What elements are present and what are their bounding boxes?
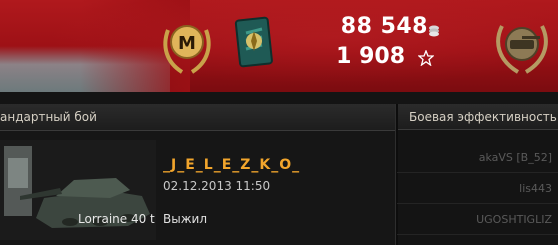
player-name: _J_E_L_E_Z_K_O_ [163,157,301,173]
battle-date: 02.12.2013 11:50 [163,179,271,193]
achievement-medal-icon [234,16,273,68]
results-banner: M 88 548 1 908 [0,0,558,92]
efficiency-row[interactable]: lis443 [397,174,558,204]
efficiency-list: akaVS [B_52] lis443 UGOSHTIGLIZ [397,131,558,245]
efficiency-row[interactable]: akaVS [B_52] [397,143,558,173]
mastery-badge-icon: M [163,25,211,74]
efficiency-row[interactable]: UGOSHTIGLIZ [397,205,558,235]
efficiency-header: Боевая эффективность [397,104,558,130]
credits-value: 88 548 [340,14,428,39]
experience-value: 1 908 [336,44,405,69]
battle-type-header: андартный бой [0,104,395,131]
mastery-letter: M [178,33,196,54]
banner-vignette [0,0,558,92]
credits-coin-icon [429,25,439,37]
experience-star-icon [418,50,434,66]
tank-name: Lorraine 40 t [78,212,155,226]
survival-status: Выжил [163,212,207,226]
class-emblem-icon [496,25,548,74]
